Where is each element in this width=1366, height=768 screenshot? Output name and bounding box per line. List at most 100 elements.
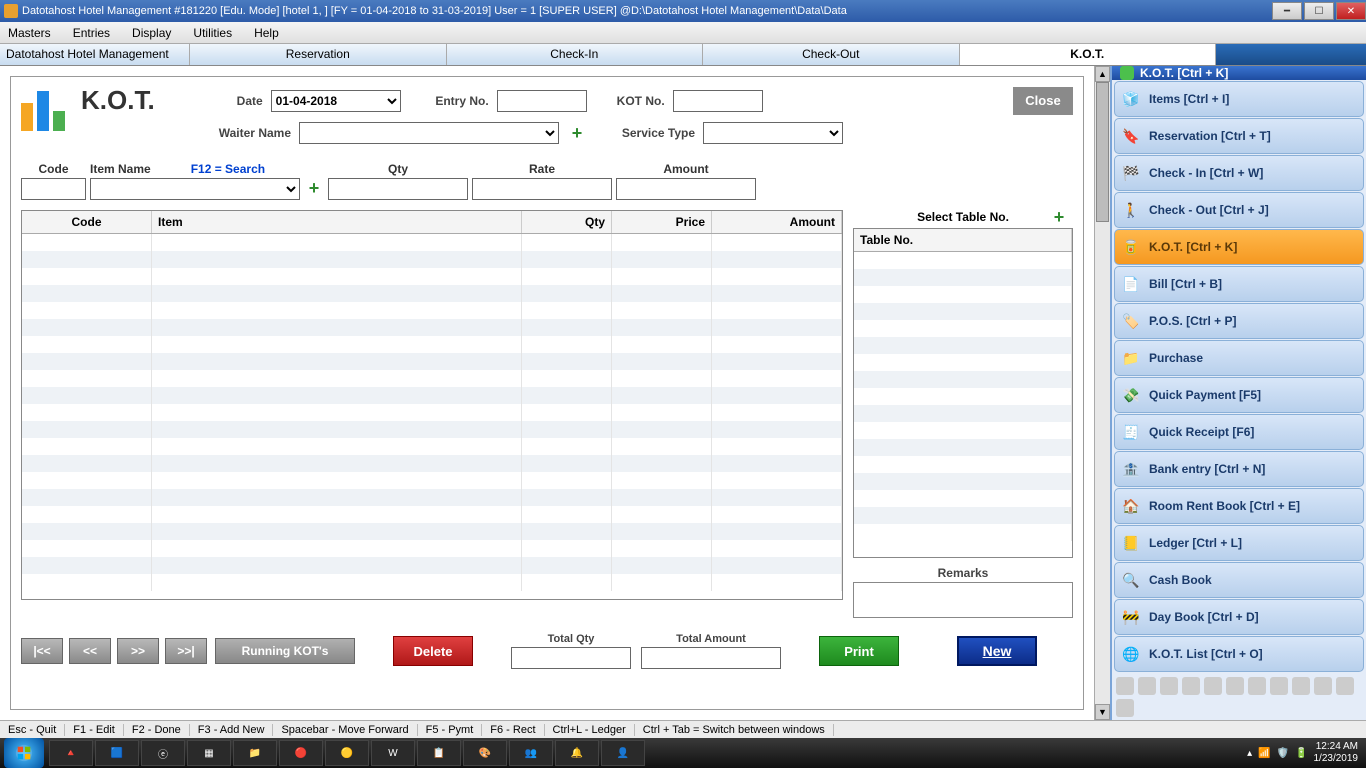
start-button[interactable] xyxy=(4,738,44,768)
table-row[interactable] xyxy=(854,405,1072,422)
sidebar-item-9[interactable]: 🧾Quick Receipt [F6] xyxy=(1114,414,1364,450)
taskbar-ie[interactable]: ⓔ xyxy=(141,740,185,766)
tray-wifi-icon[interactable]: 📶 xyxy=(1258,748,1270,759)
print-button[interactable]: Print xyxy=(819,636,899,666)
sidebar-item-10[interactable]: 🏦Bank entry [Ctrl + N] xyxy=(1114,451,1364,487)
sidebar-item-7[interactable]: 📁Purchase xyxy=(1114,340,1364,376)
side-mini-icon[interactable] xyxy=(1116,677,1134,695)
vertical-scrollbar[interactable]: ▲ ▼ xyxy=(1094,66,1110,720)
table-row[interactable] xyxy=(854,320,1072,337)
table-row[interactable] xyxy=(22,268,842,285)
side-mini-icon[interactable] xyxy=(1336,677,1354,695)
code-input[interactable] xyxy=(21,178,86,200)
table-row[interactable] xyxy=(22,285,842,302)
add-table-icon[interactable]: + xyxy=(1049,207,1069,227)
taskbar-paint[interactable]: 🎨 xyxy=(463,740,507,766)
tray-battery-icon[interactable]: 🔋 xyxy=(1295,748,1307,759)
tab-reservation[interactable]: Reservation xyxy=(190,44,447,65)
table-row[interactable] xyxy=(854,337,1072,354)
sidebar-item-2[interactable]: 🏁Check - In [Ctrl + W] xyxy=(1114,155,1364,191)
table-row[interactable] xyxy=(854,286,1072,303)
qty-input[interactable] xyxy=(328,178,468,200)
table-row[interactable] xyxy=(854,252,1072,269)
amount-input[interactable] xyxy=(616,178,756,200)
taskbar-app4[interactable]: 📋 xyxy=(417,740,461,766)
table-row[interactable] xyxy=(22,319,842,336)
taskbar-word[interactable]: W xyxy=(371,740,415,766)
sidebar-item-14[interactable]: 🚧Day Book [Ctrl + D] xyxy=(1114,599,1364,635)
taskbar-opera[interactable]: 🔴 xyxy=(279,740,323,766)
side-mini-icon[interactable] xyxy=(1270,677,1288,695)
sidebar-item-15[interactable]: 🌐K.O.T. List [Ctrl + O] xyxy=(1114,636,1364,672)
date-select[interactable]: 01-04-2018 xyxy=(271,90,401,112)
taskbar-explorer[interactable]: 📁 xyxy=(233,740,277,766)
taskbar-chrome[interactable]: 🟡 xyxy=(325,740,369,766)
table-row[interactable] xyxy=(22,302,842,319)
table-row[interactable] xyxy=(22,387,842,404)
running-kots-button[interactable]: Running KOT's xyxy=(215,638,355,664)
table-row[interactable] xyxy=(854,269,1072,286)
sidebar-item-3[interactable]: 🚶Check - Out [Ctrl + J] xyxy=(1114,192,1364,228)
table-row[interactable] xyxy=(854,524,1072,541)
totalamount-input[interactable] xyxy=(641,647,781,669)
table-row[interactable] xyxy=(854,456,1072,473)
sidebar-item-12[interactable]: 📒Ledger [Ctrl + L] xyxy=(1114,525,1364,561)
table-row[interactable] xyxy=(22,353,842,370)
sidebar-item-11[interactable]: 🏠Room Rent Book [Ctrl + E] xyxy=(1114,488,1364,524)
entryno-input[interactable] xyxy=(497,90,587,112)
side-mini-icon[interactable] xyxy=(1116,699,1134,717)
side-mini-icon[interactable] xyxy=(1314,677,1332,695)
table-row[interactable] xyxy=(22,557,842,574)
tab-kot[interactable]: K.O.T. xyxy=(960,44,1217,65)
table-row[interactable] xyxy=(22,489,842,506)
taskbar-app7[interactable]: 👤 xyxy=(601,740,645,766)
taskbar-app2[interactable]: 🟦 xyxy=(95,740,139,766)
menu-display[interactable]: Display xyxy=(132,26,171,40)
taskbar-app1[interactable]: 🔺 xyxy=(49,740,93,766)
table-row[interactable] xyxy=(854,507,1072,524)
table-row[interactable] xyxy=(22,455,842,472)
table-row[interactable] xyxy=(22,438,842,455)
table-row[interactable] xyxy=(854,422,1072,439)
taskbar-app5[interactable]: 👥 xyxy=(509,740,553,766)
tab-app[interactable]: Datotahost Hotel Management xyxy=(0,44,190,65)
waiter-select[interactable] xyxy=(299,122,559,144)
table-row[interactable] xyxy=(22,523,842,540)
sidebar-item-4[interactable]: 🥫K.O.T. [Ctrl + K] xyxy=(1114,229,1364,265)
table-row[interactable] xyxy=(22,574,842,591)
menu-utilities[interactable]: Utilities xyxy=(193,26,232,40)
menu-masters[interactable]: Masters xyxy=(8,26,51,40)
tab-checkin[interactable]: Check-In xyxy=(447,44,704,65)
table-row[interactable] xyxy=(854,473,1072,490)
table-row[interactable] xyxy=(854,303,1072,320)
add-item-icon[interactable]: + xyxy=(304,178,324,198)
window-maximize[interactable]: ☐ xyxy=(1304,2,1334,20)
side-mini-icon[interactable] xyxy=(1138,677,1156,695)
table-row[interactable] xyxy=(854,388,1072,405)
table-row[interactable] xyxy=(854,371,1072,388)
side-mini-icon[interactable] xyxy=(1292,677,1310,695)
table-row[interactable] xyxy=(22,370,842,387)
table-row[interactable] xyxy=(22,234,842,251)
side-mini-icon[interactable] xyxy=(1248,677,1266,695)
menu-help[interactable]: Help xyxy=(254,26,279,40)
side-mini-icon[interactable] xyxy=(1182,677,1200,695)
sidebar-item-8[interactable]: 💸Quick Payment [F5] xyxy=(1114,377,1364,413)
itemname-select[interactable] xyxy=(90,178,300,200)
scroll-thumb[interactable] xyxy=(1096,82,1109,222)
totalqty-input[interactable] xyxy=(511,647,631,669)
sidebar-item-0[interactable]: 🧊Items [Ctrl + I] xyxy=(1114,81,1364,117)
delete-button[interactable]: Delete xyxy=(393,636,473,666)
scroll-up-icon[interactable]: ▲ xyxy=(1095,66,1110,82)
table-row[interactable] xyxy=(22,421,842,438)
table-row[interactable] xyxy=(854,490,1072,507)
nav-next[interactable]: >> xyxy=(117,638,159,664)
sidebar-item-13[interactable]: 🔍Cash Book xyxy=(1114,562,1364,598)
new-button[interactable]: New xyxy=(957,636,1037,666)
kotno-input[interactable] xyxy=(673,90,763,112)
tab-checkout[interactable]: Check-Out xyxy=(703,44,960,65)
nav-first[interactable]: |<< xyxy=(21,638,63,664)
table-row[interactable] xyxy=(854,354,1072,371)
sidebar-item-6[interactable]: 🏷️P.O.S. [Ctrl + P] xyxy=(1114,303,1364,339)
table-row[interactable] xyxy=(22,336,842,353)
